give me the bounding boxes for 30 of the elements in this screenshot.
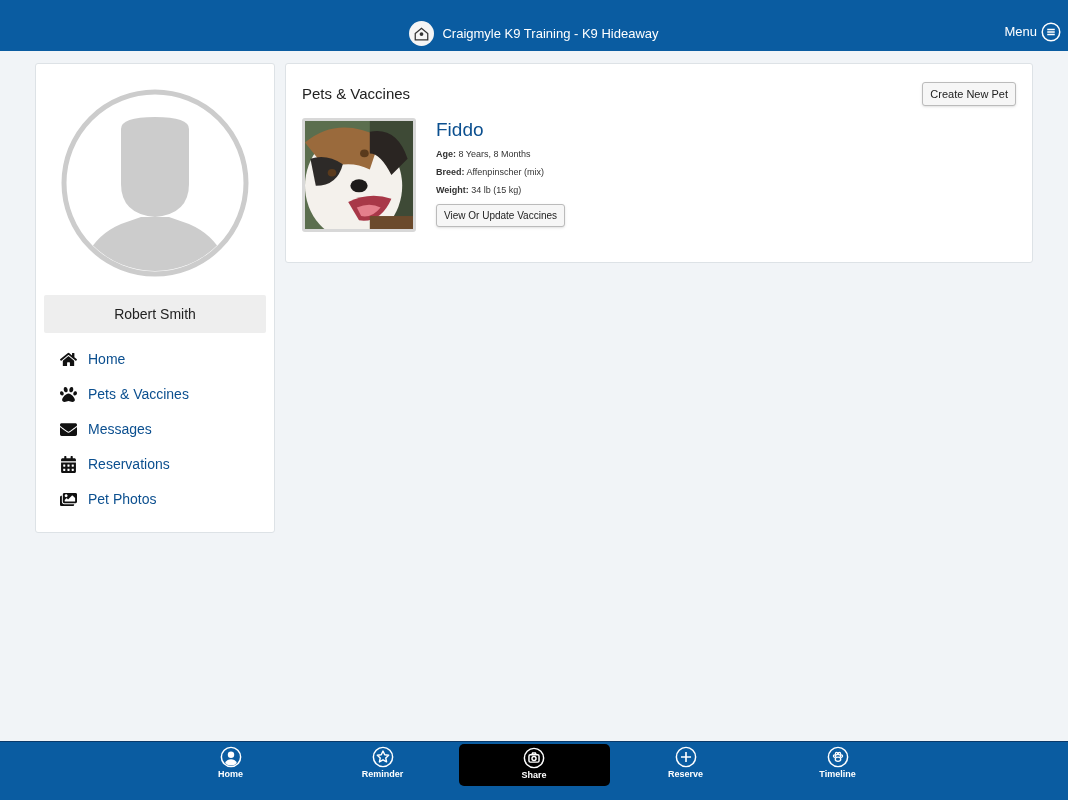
tab-bar-item[interactable]: Reminder [306, 746, 459, 788]
tab-bar-item[interactable]: Timeline [761, 746, 914, 788]
plus-icon [674, 746, 697, 768]
sidebar-link[interactable]: Pets & Vaccines [60, 384, 266, 405]
tab-bar-item[interactable]: Reserve [609, 746, 762, 788]
envelope-icon [60, 421, 77, 438]
user-name: Robert Smith [44, 295, 266, 333]
house-icon [60, 351, 77, 368]
sidebar-link[interactable]: Reservations [60, 454, 266, 475]
menu-button[interactable]: Menu [1004, 22, 1061, 42]
photos-icon [60, 491, 77, 508]
app-title: Craigmyle K9 Training - K9 Hideaway [442, 24, 659, 43]
menu-icon [1041, 22, 1061, 42]
avatar-icon [61, 89, 249, 277]
sidebar-link[interactable]: Messages [60, 419, 266, 440]
pet-detail: Weight: 34 lb (15 kg) [436, 184, 523, 196]
sidebar-link[interactable]: Home [60, 349, 266, 370]
logo-icon [409, 21, 435, 46]
pet-name[interactable]: Fiddo [436, 118, 566, 142]
tab-bar-item[interactable]: Home [154, 746, 307, 788]
pet-detail: Breed: Affenpinscher (mix) [436, 166, 545, 178]
tab-bar-item[interactable]: Share [458, 744, 610, 786]
panel-title: Pets & Vaccines [302, 83, 411, 104]
camera-icon [523, 747, 545, 770]
create-pet-button[interactable]: Create New Pet [922, 82, 1016, 106]
pet-detail: Age: 8 Years, 8 Months [436, 148, 532, 160]
sidebar-link[interactable]: Pet Photos [60, 489, 266, 510]
user-icon [219, 746, 242, 768]
calendar-icon [60, 456, 77, 473]
vaccines-button[interactable]: View Or Update Vaccines [436, 204, 566, 227]
